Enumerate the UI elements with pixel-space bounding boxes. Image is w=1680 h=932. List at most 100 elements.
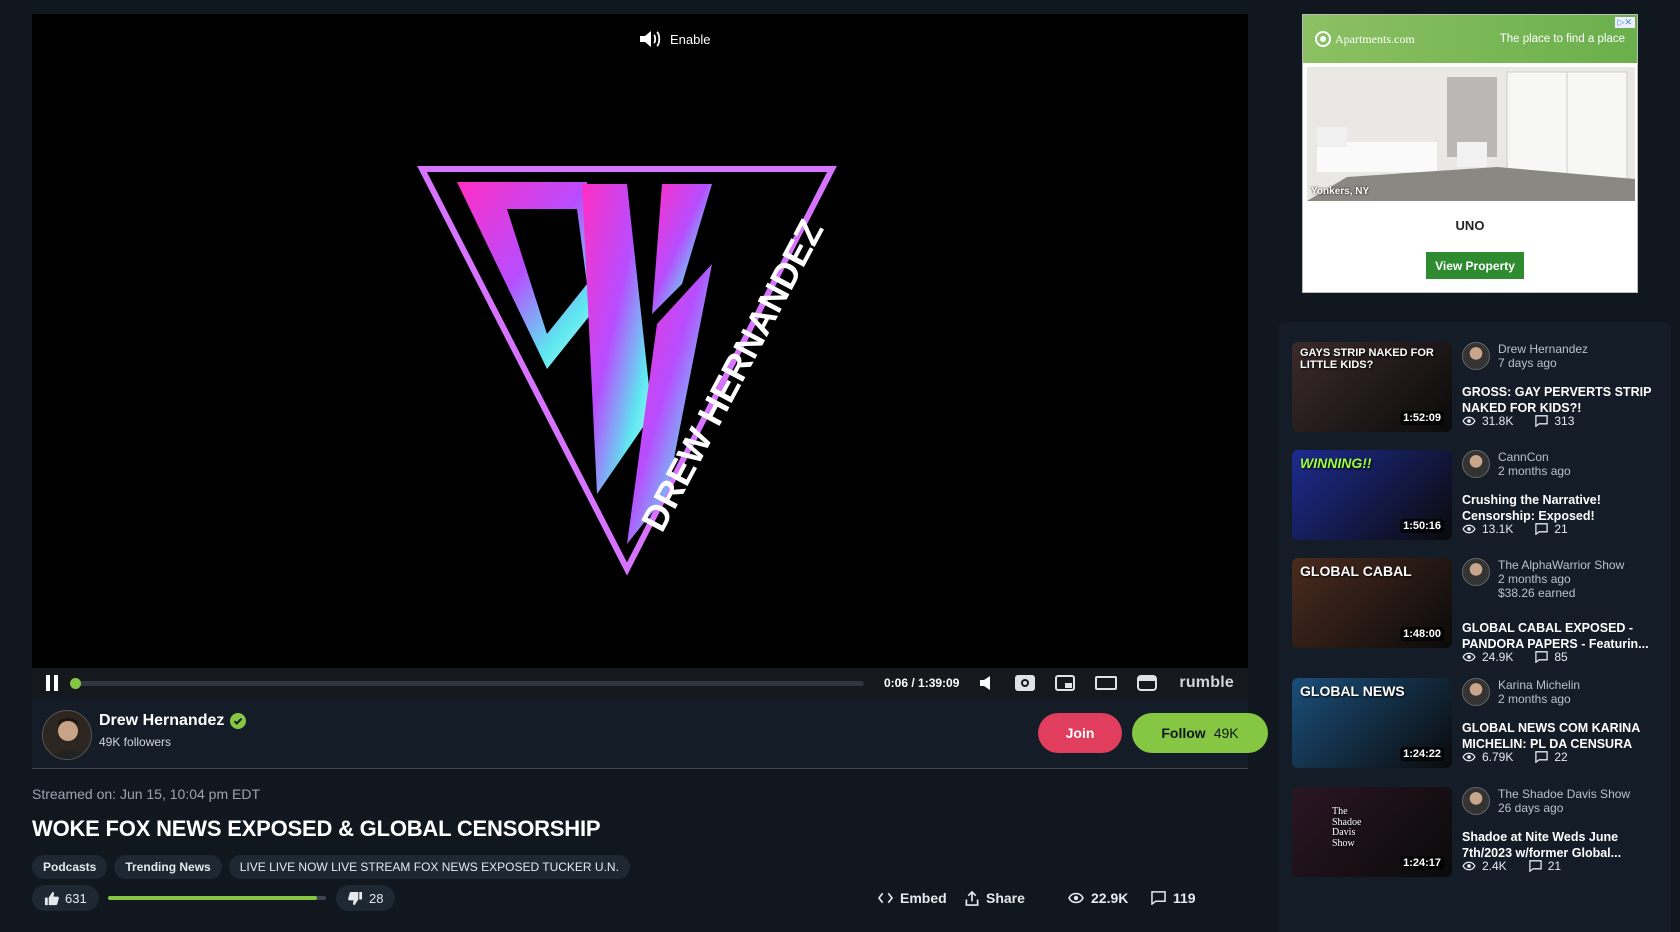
view-count: 6.79K: [1482, 750, 1514, 764]
theater-mode-icon[interactable]: [1095, 675, 1118, 691]
earnings: $38.26 earned: [1498, 586, 1576, 600]
comment-count: 119: [1173, 890, 1196, 906]
video-title[interactable]: Shadoe at Nite Weds June 7th/2023 w/form…: [1462, 829, 1662, 861]
progress-handle[interactable]: [70, 677, 81, 689]
pause-icon[interactable]: [44, 675, 60, 691]
share-icon: [965, 890, 979, 906]
thumbs-down-icon: [348, 891, 363, 905]
dislike-button[interactable]: 28: [336, 885, 396, 911]
video-thumbnail[interactable]: WINNING!! 1:50:16: [1292, 450, 1452, 540]
rating-fill: [108, 896, 317, 900]
player-controls: 0:06 / 1:39:09 rumble: [32, 668, 1248, 698]
share-button[interactable]: Share: [965, 885, 1025, 911]
list-item[interactable]: The Shadoe Davis Show 1:24:17 The Shadoe…: [1292, 787, 1664, 887]
video-title[interactable]: GLOBAL NEWS COM KARINA MICHELIN: PL DA C…: [1462, 720, 1662, 752]
tag-keywords[interactable]: LIVE LIVE NOW LIVE STREAM FOX NEWS EXPOS…: [228, 855, 630, 879]
ad-tagline: The place to find a place: [1499, 33, 1625, 45]
channel-name[interactable]: The AlphaWarrior Show: [1498, 558, 1624, 572]
eye-icon: [1462, 861, 1476, 871]
progress-bar[interactable]: [70, 677, 864, 689]
eye-icon: [1462, 652, 1476, 662]
video-duration: 1:24:22: [1400, 747, 1444, 761]
ad-photo[interactable]: Yonkers, NY: [1307, 67, 1635, 201]
list-item[interactable]: GLOBAL NEWS 1:24:22 Karina Michelin 2 mo…: [1292, 678, 1664, 778]
tag-trending-news[interactable]: Trending News: [114, 855, 222, 879]
channel-name[interactable]: Drew Hernandez: [99, 712, 247, 730]
upload-age: 7 days ago: [1498, 356, 1557, 370]
channel-name-label: Drew Hernandez: [99, 712, 225, 729]
video-thumbnail[interactable]: GLOBAL CABAL 1:48:00: [1292, 558, 1452, 648]
avatar[interactable]: [1462, 787, 1490, 815]
video-stats: 24.9K 85: [1462, 650, 1568, 664]
fullscreen-icon[interactable]: [1137, 675, 1158, 691]
view-count: 2.4K: [1482, 859, 1507, 873]
view-property-button[interactable]: View Property: [1426, 252, 1524, 279]
verified-icon: [230, 713, 247, 729]
ad-close-icon[interactable]: ▷✕: [1614, 17, 1635, 28]
video-title[interactable]: GLOBAL CABAL EXPOSED - PANDORA PAPERS - …: [1462, 620, 1662, 652]
video-title[interactable]: Crushing the Narrative! Censorship: Expo…: [1462, 492, 1662, 524]
enable-audio-button[interactable]: Enable: [638, 29, 710, 49]
comment-count: 21: [1547, 859, 1562, 873]
volume-icon[interactable]: [979, 675, 995, 691]
embed-button[interactable]: Embed: [878, 885, 947, 911]
comment-icon: [1535, 523, 1549, 535]
upload-age: 2 months ago: [1498, 572, 1571, 586]
thumbnail-caption: GLOBAL CABAL: [1300, 563, 1412, 579]
join-button[interactable]: Join: [1038, 713, 1122, 753]
channel-bar: Drew Hernandez 49K followers Join Follow…: [32, 698, 1268, 769]
video-player[interactable]: Enable DREW HERNANDEZ 0:06 / 1:39:09 rum…: [32, 14, 1248, 698]
view-count: 13.1K: [1482, 522, 1514, 536]
view-count-value: 22.9K: [1091, 890, 1129, 906]
ad-property-name: UNO: [1455, 218, 1485, 233]
channel-name[interactable]: CannCon: [1498, 450, 1549, 464]
video-thumbnail[interactable]: GLOBAL NEWS 1:24:22: [1292, 678, 1452, 768]
ad-banner[interactable]: Apartments.com The place to find a place…: [1302, 14, 1638, 293]
ad-brand: Apartments.com: [1315, 31, 1415, 47]
avatar[interactable]: [42, 710, 92, 760]
channel-name[interactable]: The Shadoe Davis Show: [1498, 787, 1630, 801]
video-title: WOKE FOX NEWS EXPOSED & GLOBAL CENSORSHI…: [32, 816, 601, 841]
comments-button[interactable]: 119: [1151, 885, 1196, 911]
video-thumbnail[interactable]: GAYS STRIP NAKED FOR LITTLE KIDS? 1:52:0…: [1292, 342, 1452, 432]
thumbnail-caption: GLOBAL NEWS: [1300, 683, 1405, 699]
comment-icon: [1151, 891, 1166, 905]
avatar[interactable]: [1462, 342, 1490, 370]
settings-icon[interactable]: [1015, 675, 1036, 691]
avatar[interactable]: [1462, 558, 1490, 586]
bedroom-photo: [1307, 67, 1635, 201]
rumble-brand[interactable]: rumble: [1179, 674, 1234, 692]
video-title[interactable]: GROSS: GAY PERVERTS STRIP NAKED FOR KIDS…: [1462, 384, 1662, 416]
ad-location: Yonkers, NY: [1311, 186, 1370, 197]
eye-icon: [1068, 892, 1084, 904]
video-duration: 1:50:16: [1400, 519, 1444, 533]
list-item[interactable]: WINNING!! 1:50:16 CannCon 2 months ago C…: [1292, 450, 1664, 550]
avatar[interactable]: [1462, 450, 1490, 478]
follow-label: Follow: [1161, 725, 1206, 741]
video-stats: 6.79K 22: [1462, 750, 1568, 764]
tag-podcasts[interactable]: Podcasts: [32, 855, 108, 879]
pip-icon[interactable]: [1055, 675, 1076, 691]
thumbnail-caption: WINNING!!: [1300, 455, 1372, 471]
view-count: 31.8K: [1482, 414, 1514, 428]
follow-button[interactable]: Follow 49K: [1132, 713, 1268, 753]
view-count: 24.9K: [1482, 650, 1514, 664]
comment-icon: [1535, 415, 1549, 427]
video-thumbnail[interactable]: The Shadoe Davis Show 1:24:17: [1292, 787, 1452, 877]
related-videos: GAYS STRIP NAKED FOR LITTLE KIDS? 1:52:0…: [1278, 322, 1671, 932]
list-item[interactable]: GAYS STRIP NAKED FOR LITTLE KIDS? 1:52:0…: [1292, 342, 1664, 442]
video-stats: 31.8K 313: [1462, 414, 1574, 428]
channel-name[interactable]: Drew Hernandez: [1498, 342, 1588, 356]
list-item[interactable]: GLOBAL CABAL 1:48:00 The AlphaWarrior Sh…: [1292, 558, 1664, 664]
video-stats: 2.4K 21: [1462, 859, 1561, 873]
comment-icon: [1535, 651, 1549, 663]
upload-age: 2 months ago: [1498, 692, 1571, 706]
like-button[interactable]: 631: [32, 885, 99, 911]
avatar[interactable]: [1462, 678, 1490, 706]
follower-count: 49K followers: [99, 735, 172, 749]
comment-count: 21: [1554, 522, 1568, 536]
channel-name[interactable]: Karina Michelin: [1498, 678, 1580, 692]
enable-audio-label: Enable: [670, 31, 711, 47]
follow-count: 49K: [1213, 725, 1239, 741]
video-duration: 1:48:00: [1400, 627, 1444, 641]
